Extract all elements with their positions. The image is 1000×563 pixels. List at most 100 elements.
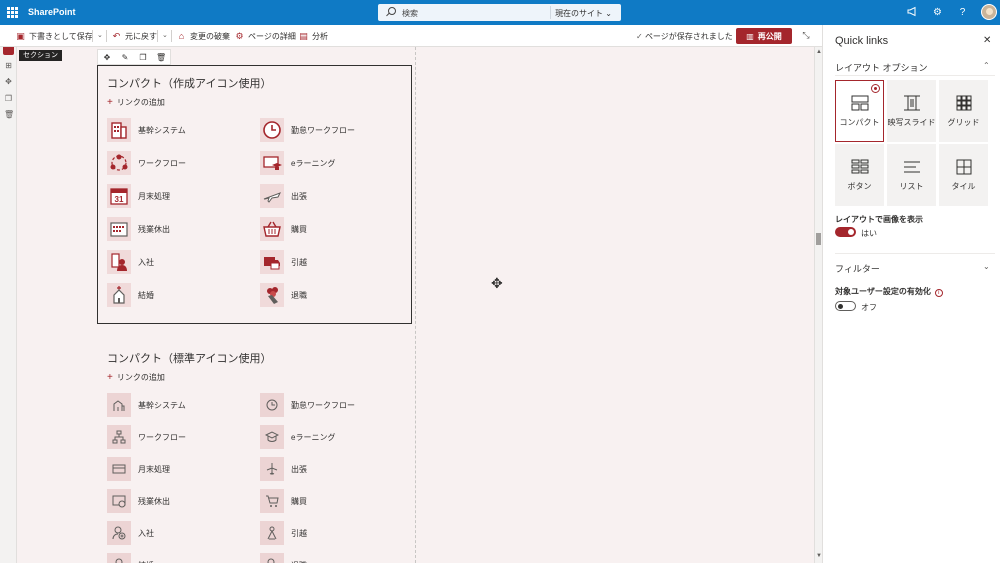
edit-section-icon[interactable]: ⊞ (4, 61, 13, 70)
clock-icon (260, 393, 284, 417)
chevron-down-icon[interactable]: ⌄ (162, 31, 168, 39)
calendar-icon: 31 (107, 184, 131, 208)
saved-status-text: ページが保存されました (644, 32, 733, 41)
help-icon[interactable]: ? (956, 6, 969, 19)
audience-targeting-toggle[interactable] (835, 301, 856, 311)
link-label: ワークフロー (138, 158, 186, 168)
collapse-icon[interactable]: ⤡ (800, 30, 812, 42)
search-box[interactable]: 検索 現在のサイト ⌄ (378, 4, 621, 21)
layout-label: グリッド (947, 117, 980, 127)
gear-icon: ⚙ (235, 31, 244, 41)
webpart-toolbar: ✥ ✎ ❐ 🗑 (97, 49, 171, 65)
close-icon[interactable]: ✕ (983, 35, 991, 46)
webpart-title[interactable]: コンパクト（標準アイコン使用） (107, 350, 271, 366)
canvas-scrollbar[interactable]: ▲ ▼ (814, 47, 822, 563)
list-item[interactable]: eラーニング (260, 151, 335, 175)
filter-header[interactable]: フィルター (835, 262, 880, 275)
list-item[interactable]: 残業休出 (107, 217, 170, 241)
layout-option-button[interactable]: ボタン (835, 144, 884, 206)
check-icon: ✓ (636, 32, 645, 41)
move-icon[interactable]: ✥ (102, 53, 112, 62)
cart-icon (260, 489, 284, 513)
list-item[interactable]: 月末処理 (107, 457, 170, 481)
search-placeholder: 検索 (402, 9, 418, 18)
info-icon[interactable]: i (934, 289, 943, 297)
workflow-people-icon (107, 151, 131, 175)
list-item[interactable]: ワークフロー (107, 151, 186, 175)
show-image-label: レイアウトで画像を表示 (835, 215, 923, 224)
delete-icon[interactable]: 🗑 (156, 53, 166, 62)
book-icon: ▥ (746, 31, 754, 41)
list-item[interactable]: 入社 (107, 521, 154, 545)
list-item[interactable]: 基幹システム (107, 393, 186, 417)
layout-options-header[interactable]: レイアウト オプション (835, 61, 928, 74)
list-item[interactable]: 出張 (260, 184, 307, 208)
webpart-title[interactable]: コンパクト（作成アイコン使用） (107, 75, 271, 91)
flow-icon (107, 425, 131, 449)
app-launcher-icon[interactable] (7, 7, 18, 18)
move-icon[interactable]: ✥ (4, 77, 13, 86)
undo-button[interactable]: ↶ 元に戻す (112, 31, 157, 42)
edit-icon[interactable]: ✎ (120, 53, 130, 62)
plus-icon: + (107, 372, 113, 383)
duplicate-icon[interactable]: ❐ (4, 94, 13, 103)
basket-icon (260, 217, 284, 241)
list-item[interactable]: 基幹システム (107, 118, 186, 142)
divider (835, 253, 995, 254)
list-item[interactable]: 退職 (260, 553, 307, 563)
plus-icon: + (107, 97, 113, 108)
search-scope-dropdown[interactable]: 現在のサイト ⌄ (550, 6, 616, 19)
list-item[interactable]: 結婚 (107, 553, 154, 563)
search-icon (388, 7, 396, 15)
add-link-button[interactable]: + リンクの追加 (107, 372, 165, 383)
save-draft-button[interactable]: ▣ 下書きとして保存 (16, 31, 93, 42)
undo-label: 元に戻す (125, 32, 157, 41)
link-label: 結婚 (138, 560, 154, 563)
list-item[interactable]: 購買 (260, 217, 307, 241)
page-details-button[interactable]: ⚙ ページの詳細 (235, 31, 295, 42)
discard-button[interactable]: ⌂ 変更の破棄 (177, 31, 230, 42)
link-label: 入社 (138, 257, 154, 267)
show-image-toggle[interactable] (835, 227, 856, 237)
person-leave-icon (260, 553, 284, 563)
analytics-button[interactable]: ▤ 分析 (299, 31, 328, 42)
layout-option-tile[interactable]: タイル (939, 144, 988, 206)
bouquet-icon (260, 283, 284, 307)
layout-option-compact[interactable]: コンパクト (835, 80, 884, 142)
list-item[interactable]: 出張 (260, 457, 307, 481)
layout-option-grid[interactable]: グリッド (939, 80, 988, 142)
list-item[interactable]: 勤怠ワークフロー (260, 118, 355, 142)
chevron-down-icon[interactable]: ⌄ (983, 262, 990, 271)
list-item[interactable]: 残業休出 (107, 489, 170, 513)
list-item[interactable]: eラーニング (260, 425, 335, 449)
delete-icon[interactable]: 🗑 (4, 110, 14, 119)
list-item[interactable]: ワークフロー (107, 425, 186, 449)
add-link-button[interactable]: + リンクの追加 (107, 97, 165, 108)
scroll-thumb[interactable] (816, 233, 821, 245)
grid-icon (956, 95, 971, 110)
graduation-cap-icon (260, 425, 284, 449)
gear-icon[interactable]: ⚙ (931, 6, 944, 19)
duplicate-icon[interactable]: ❐ (138, 53, 148, 62)
layout-option-filmstrip[interactable]: 映写スライド (887, 80, 936, 142)
megaphone-icon[interactable] (906, 6, 919, 19)
chevron-up-icon[interactable]: ⌃ (983, 61, 990, 70)
list-item[interactable]: 結婚 (107, 283, 154, 307)
audience-targeting-label: 対象ユーザー設定の有効化 i (835, 286, 943, 297)
layout-label: コンパクト (839, 117, 880, 127)
list-item[interactable]: 31 月末処理 (107, 184, 170, 208)
list-item[interactable]: 引越 (260, 250, 307, 274)
list-item[interactable]: 入社 (107, 250, 154, 274)
republish-button[interactable]: ▥ 再公開 (736, 28, 792, 44)
brand-name[interactable]: SharePoint (28, 7, 76, 17)
list-item[interactable]: 引越 (260, 521, 307, 545)
divider (171, 30, 172, 42)
discard-icon: ⌂ (178, 31, 185, 41)
layout-option-list[interactable]: リスト (887, 144, 936, 206)
chevron-down-icon[interactable]: ⌄ (97, 31, 103, 39)
list-item[interactable]: 勤怠ワークフロー (260, 393, 355, 417)
list-item[interactable]: 退職 (260, 283, 307, 307)
avatar[interactable] (981, 4, 997, 20)
audience-label-text: 対象ユーザー設定の有効化 (835, 287, 931, 296)
list-item[interactable]: 購買 (260, 489, 307, 513)
